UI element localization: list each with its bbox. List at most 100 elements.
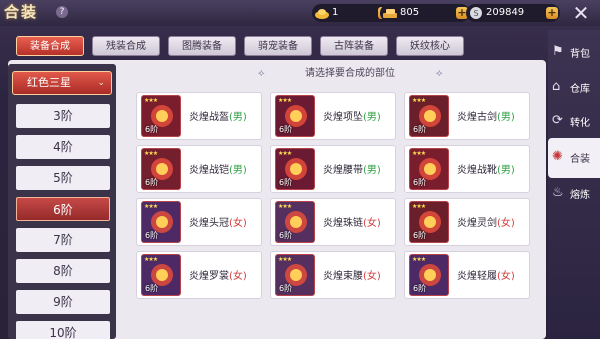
item-gender: (男)	[363, 165, 381, 176]
item-name: 炎煌束腰(女)	[323, 267, 381, 282]
tier-item-9[interactable]: 9阶	[16, 290, 110, 314]
item-name-text: 炎煌项坠	[323, 112, 363, 123]
quality-dropdown[interactable]: 红色三星 ⌄	[12, 71, 112, 95]
item-level: 6阶	[145, 125, 159, 134]
item-name-text: 炎煌头冠	[189, 218, 229, 229]
close-button[interactable]: ✕	[570, 2, 592, 24]
item-level: 6阶	[413, 284, 427, 293]
item-gender: (女)	[363, 218, 381, 229]
side-nav-warehouse-label: 仓库	[570, 84, 590, 95]
star-rating: ★★★	[278, 203, 292, 210]
combine-icon: ✺	[552, 149, 563, 164]
tier-item-3[interactable]: 3阶	[16, 104, 110, 128]
item-level: 6阶	[413, 178, 427, 187]
tier-item-7[interactable]: 7阶	[16, 228, 110, 252]
item-name-text: 炎煌珠链	[323, 218, 363, 229]
item-name-text: 炎煌战靴	[457, 165, 497, 176]
resource-silver-value: 209849	[486, 7, 525, 18]
item-name-text: 炎煌灵剑	[457, 218, 497, 229]
item-name: 炎煌轻履(女)	[457, 267, 515, 282]
tab-equip-combine[interactable]: 装备合成	[16, 36, 84, 56]
select-part-hint: 请选择要合成的部位	[305, 68, 395, 79]
item-level: 6阶	[413, 125, 427, 134]
star-rating: ★★★	[412, 256, 426, 263]
window-title: 合装	[4, 3, 39, 21]
side-nav-convert[interactable]: ⟳ 转化	[548, 102, 600, 142]
robe-icon: ★★★ 6阶	[141, 254, 181, 296]
silver-coin-icon: S	[468, 6, 484, 20]
equipment-card[interactable]: ★★★ 6阶 炎煌珠链(女)	[270, 198, 396, 246]
convert-icon: ⟳	[552, 113, 563, 128]
item-name: 炎煌战铠(男)	[189, 161, 247, 176]
item-gender: (女)	[497, 218, 515, 229]
resource-bars: 805 +	[380, 4, 470, 22]
tab-formation-equip[interactable]: 古阵装备	[320, 36, 388, 56]
item-name-text: 炎煌战盔	[189, 112, 229, 123]
sash-icon: ★★★ 6阶	[275, 254, 315, 296]
star-rating: ★★★	[412, 150, 426, 157]
tab-mount-equip[interactable]: 骑宠装备	[244, 36, 312, 56]
item-name: 炎煌头冠(女)	[189, 214, 247, 229]
armor-icon: ★★★ 6阶	[141, 148, 181, 190]
item-name: 炎煌战盔(男)	[189, 108, 247, 123]
ornament-right-icon: ⟡	[436, 68, 443, 79]
side-nav-combine[interactable]: ✺ 合装	[548, 138, 600, 178]
item-name-text: 炎煌腰带	[323, 165, 363, 176]
tab-totem-equip[interactable]: 图腾装备	[168, 36, 236, 56]
star-rating: ★★★	[278, 256, 292, 263]
star-rating: ★★★	[144, 203, 158, 210]
belt-icon: ★★★ 6阶	[275, 148, 315, 190]
equipment-card[interactable]: ★★★ 6阶 炎煌战铠(男)	[136, 145, 262, 193]
tier-item-5[interactable]: 5阶	[16, 166, 110, 190]
equipment-card[interactable]: ★★★ 6阶 炎煌战盔(男)	[136, 92, 262, 140]
equipment-card[interactable]: ★★★ 6阶 炎煌罗裳(女)	[136, 251, 262, 299]
item-name: 炎煌项坠(男)	[323, 108, 381, 123]
chevron-down-icon: ⌄	[97, 78, 105, 88]
tier-item-10[interactable]: 10阶	[16, 321, 110, 339]
tab-demon-core[interactable]: 妖纹核心	[396, 36, 464, 56]
equipment-card[interactable]: ★★★ 6阶 炎煌灵剑(女)	[404, 198, 530, 246]
item-name-text: 炎煌罗裳	[189, 271, 229, 282]
item-name: 炎煌珠链(女)	[323, 214, 381, 229]
add-silver-button[interactable]: +	[546, 7, 558, 19]
star-rating: ★★★	[278, 150, 292, 157]
necklace-icon: ★★★ 6阶	[275, 95, 315, 137]
tier-item-8[interactable]: 8阶	[16, 259, 110, 283]
side-nav-bag[interactable]: ⚑ 背包	[548, 33, 600, 73]
item-gender: (男)	[497, 112, 515, 123]
side-nav-smelt-label: 熔炼	[570, 190, 590, 201]
item-name: 炎煌古剑(男)	[457, 108, 515, 123]
side-nav-bag-label: 背包	[570, 49, 590, 60]
item-gender: (女)	[229, 218, 247, 229]
equipment-card[interactable]: ★★★ 6阶 炎煌项坠(男)	[270, 92, 396, 140]
helmet-icon: ★★★ 6阶	[141, 95, 181, 137]
equipment-card[interactable]: ★★★ 6阶 炎煌轻履(女)	[404, 251, 530, 299]
help-icon[interactable]: ?	[56, 6, 68, 18]
bead-necklace-icon: ★★★ 6阶	[275, 201, 315, 243]
item-level: 6阶	[145, 231, 159, 240]
sword-icon: ★★★ 6阶	[409, 95, 449, 137]
item-level: 6阶	[279, 284, 293, 293]
gold-bars-icon	[382, 6, 398, 20]
resource-bars-value: 805	[400, 7, 420, 18]
star-rating: ★★★	[144, 150, 158, 157]
star-rating: ★★★	[144, 256, 158, 263]
bag-icon: ⚑	[552, 44, 564, 59]
smelt-icon: ♨	[552, 185, 564, 200]
equipment-card[interactable]: ★★★ 6阶 炎煌束腰(女)	[270, 251, 396, 299]
equipment-card[interactable]: ★★★ 6阶 炎煌古剑(男)	[404, 92, 530, 140]
resource-ingot-value: 1	[332, 7, 339, 18]
item-gender: (女)	[497, 271, 515, 282]
boots-icon: ★★★ 6阶	[409, 148, 449, 190]
tab-broken-combine[interactable]: 残装合成	[92, 36, 160, 56]
tier-item-4[interactable]: 4阶	[16, 135, 110, 159]
tier-item-6[interactable]: 6阶	[16, 197, 110, 221]
item-name: 炎煌腰带(男)	[323, 161, 381, 176]
equipment-card[interactable]: ★★★ 6阶 炎煌腰带(男)	[270, 145, 396, 193]
equipment-card[interactable]: ★★★ 6阶 炎煌战靴(男)	[404, 145, 530, 193]
star-rating: ★★★	[278, 97, 292, 104]
item-name: 炎煌灵剑(女)	[457, 214, 515, 229]
item-name: 炎煌战靴(男)	[457, 161, 515, 176]
equipment-card[interactable]: ★★★ 6阶 炎煌头冠(女)	[136, 198, 262, 246]
side-nav-smelt[interactable]: ♨ 熔炼	[548, 174, 600, 214]
